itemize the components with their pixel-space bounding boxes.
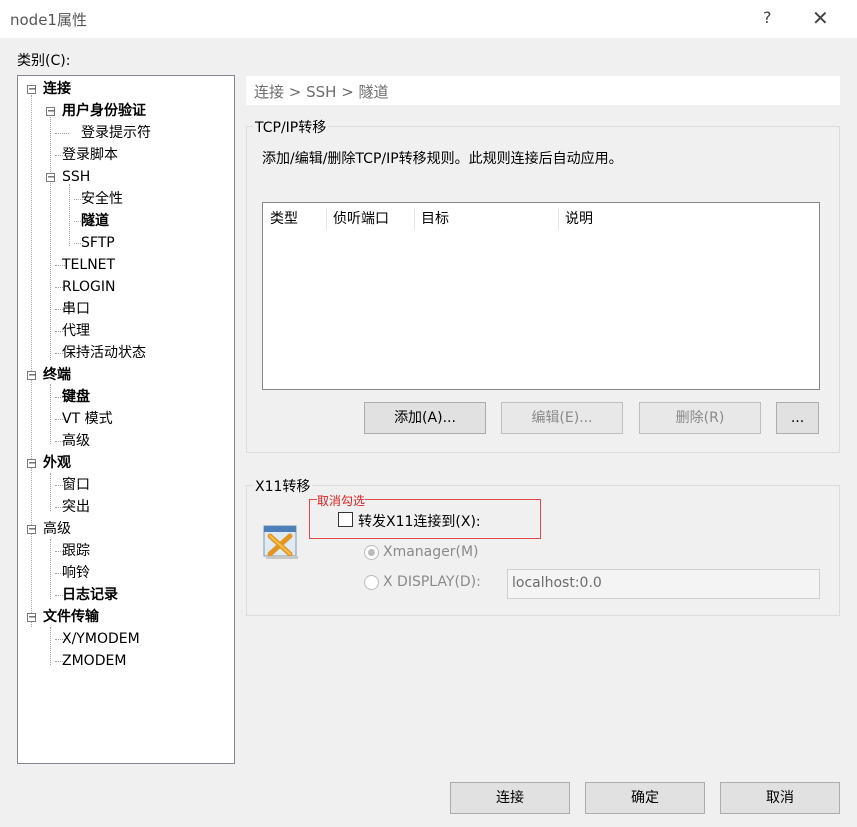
ok-button[interactable]: 确定 (585, 782, 705, 814)
annotation-label: 取消勾选 (317, 492, 366, 509)
tree-item-logging[interactable]: 日志记录 (62, 585, 118, 605)
collapse-icon[interactable]: − (46, 173, 55, 183)
tree-item-trace[interactable]: 跟踪 (62, 541, 90, 561)
edit-button[interactable]: 编辑(E)... (501, 402, 623, 434)
add-button[interactable]: 添加(A)... (364, 402, 486, 434)
tree-item-keyboard[interactable]: 键盘 (62, 387, 90, 407)
tree-item-advanced[interactable]: 高级 (62, 431, 90, 451)
column-header-port[interactable]: 侦听端口 (333, 208, 389, 228)
connect-button[interactable]: 连接 (450, 782, 570, 814)
collapse-icon[interactable]: − (27, 85, 36, 95)
tree-item-advanced-root[interactable]: 高级 (43, 519, 71, 539)
tree-item-sftp[interactable]: SFTP (81, 233, 115, 253)
tcpip-description: 添加/编辑/删除TCP/IP转移规则。此规则连接后自动应用。 (262, 151, 623, 167)
xdisplay-radio[interactable] (364, 575, 379, 590)
forward-x11-checkbox[interactable] (338, 512, 353, 527)
tree-item-window[interactable]: 窗口 (62, 475, 90, 495)
collapse-icon[interactable]: − (27, 613, 36, 623)
collapse-icon[interactable]: − (27, 525, 36, 535)
x11-group-title: X11转移 (253, 476, 313, 496)
tree-item-login-prompt[interactable]: 登录提示符 (81, 123, 151, 143)
tree-item-security[interactable]: 安全性 (81, 189, 123, 209)
tree-item-zmodem[interactable]: ZMODEM (62, 651, 126, 671)
tree-item-bell[interactable]: 响铃 (62, 563, 90, 583)
tree-item-proxy[interactable]: 代理 (62, 321, 90, 341)
xdisplay-value: localhost:0.0 (512, 575, 602, 591)
tcpip-group-title: TCP/IP转移 (253, 117, 329, 137)
tree-item-highlight[interactable]: 突出 (62, 497, 90, 517)
column-header-type[interactable]: 类型 (270, 208, 298, 228)
breadcrumb: 连接 > SSH > 隧道 (246, 76, 840, 105)
tree-item-file-transfer[interactable]: 文件传输 (43, 607, 99, 627)
xmanager-radio[interactable] (364, 545, 379, 560)
title-bar: node1属性 ? ✕ (0, 0, 857, 38)
window-title: node1属性 (10, 11, 87, 29)
tree-item-vt-mode[interactable]: VT 模式 (62, 409, 113, 429)
more-button[interactable]: ... (776, 402, 819, 434)
tree-item-connection[interactable]: 连接 (43, 79, 71, 99)
forward-x11-label[interactable]: 转发X11连接到(X): (358, 511, 481, 531)
breadcrumb-text: 连接 > SSH > 隧道 (254, 83, 389, 101)
tree-item-telnet[interactable]: TELNET (62, 255, 115, 275)
tree-item-user-auth[interactable]: 用户身份验证 (62, 101, 146, 121)
column-header-description[interactable]: 说明 (565, 208, 593, 228)
tree-item-keepalive[interactable]: 保持活动状态 (62, 343, 146, 363)
tree-item-rlogin[interactable]: RLOGIN (62, 277, 116, 297)
tree-item-serial[interactable]: 串口 (62, 299, 90, 319)
collapse-icon[interactable]: − (27, 371, 36, 381)
xdisplay-label[interactable]: X DISPLAY(D): (383, 574, 481, 590)
collapse-icon[interactable]: − (46, 107, 55, 117)
category-label: 类别(C): (17, 53, 71, 69)
close-icon[interactable]: ✕ (812, 6, 829, 30)
tree-item-login-script[interactable]: 登录脚本 (62, 145, 118, 165)
tree-item-terminal[interactable]: 终端 (43, 365, 71, 385)
cancel-button[interactable]: 取消 (720, 782, 840, 814)
xdisplay-input[interactable]: localhost:0.0 (507, 569, 820, 599)
tree-item-xymodem[interactable]: X/YMODEM (62, 629, 140, 649)
tree-item-appearance[interactable]: 外观 (43, 453, 71, 473)
tree-item-ssh[interactable]: SSH (62, 167, 90, 187)
forwarding-rules-list[interactable]: 类型 侦听端口 目标 说明 (262, 202, 820, 390)
collapse-icon[interactable]: − (27, 459, 36, 469)
help-icon[interactable]: ? (763, 8, 772, 27)
delete-button[interactable]: 删除(R) (639, 402, 761, 434)
xmanager-label[interactable]: Xmanager(M) (383, 544, 479, 560)
tree-item-tunnel[interactable]: 隧道 (81, 211, 109, 231)
xmanager-icon (262, 522, 302, 562)
category-tree[interactable]: − − − − − − − 连接 用户身份验证 登录提示符 登录脚本 SSH 安… (17, 75, 235, 764)
column-header-target[interactable]: 目标 (421, 208, 449, 228)
